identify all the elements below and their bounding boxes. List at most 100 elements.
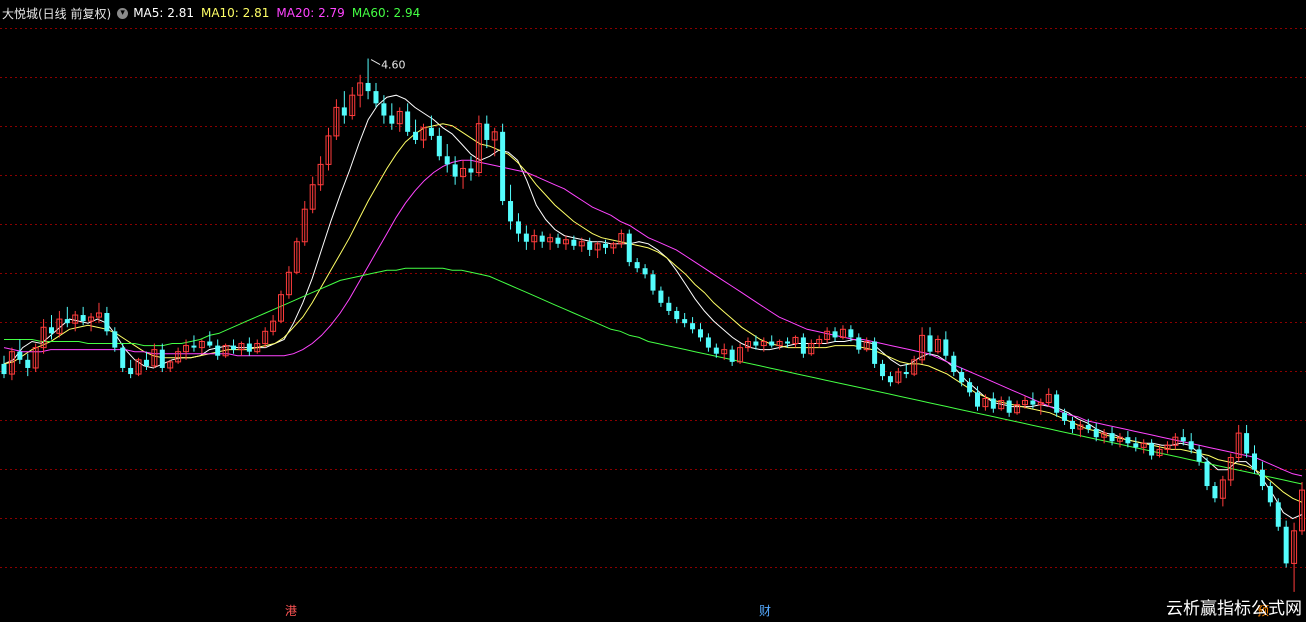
candle-body bbox=[428, 127, 434, 136]
candle-body bbox=[990, 398, 996, 409]
candle-body bbox=[413, 131, 419, 140]
candle-body bbox=[80, 315, 86, 322]
ma-line-ma5 bbox=[3, 94, 1303, 520]
candle-body bbox=[500, 131, 506, 202]
candle-body bbox=[1030, 400, 1036, 405]
candle-body bbox=[1, 363, 7, 375]
candle-body bbox=[159, 349, 165, 368]
candle-body bbox=[634, 262, 640, 269]
candle-body bbox=[1133, 443, 1139, 448]
stock-title: 大悦城(日线 前复权) bbox=[2, 6, 112, 21]
chevron-down-icon[interactable]: ▾ bbox=[117, 7, 129, 19]
candle-body bbox=[1180, 437, 1186, 442]
candle-body bbox=[539, 235, 545, 242]
candle-body bbox=[872, 341, 878, 364]
moving-average-lines bbox=[3, 94, 1303, 520]
candle-body bbox=[975, 392, 980, 407]
high-pointer bbox=[370, 59, 381, 65]
candle-body bbox=[484, 123, 490, 140]
candle-body bbox=[1054, 394, 1060, 413]
candle-body bbox=[848, 329, 854, 338]
legend-ma5: MA5: 2.81 bbox=[133, 6, 194, 20]
candle-body bbox=[436, 135, 442, 157]
candle-body bbox=[1062, 412, 1068, 421]
candle-body bbox=[967, 382, 973, 393]
high-price-label: 4.60 bbox=[381, 59, 406, 72]
candle-body bbox=[373, 91, 379, 104]
candle-body bbox=[785, 341, 791, 344]
candle-body bbox=[666, 302, 672, 311]
ma-line-ma60 bbox=[4, 267, 1303, 485]
ma-line-ma10 bbox=[3, 123, 1303, 503]
candle-body bbox=[405, 111, 411, 132]
candle-body bbox=[341, 107, 347, 116]
candle-body bbox=[682, 319, 688, 324]
candle-body bbox=[943, 339, 949, 356]
candle-body bbox=[1259, 469, 1265, 487]
candle-body bbox=[1267, 486, 1273, 503]
annotations-layer: 4.60 bbox=[370, 59, 406, 72]
candle-body bbox=[927, 335, 933, 352]
candle-body bbox=[1196, 449, 1202, 462]
legend-ma60: MA60: 2.94 bbox=[351, 6, 421, 20]
candle-body bbox=[1275, 502, 1281, 527]
candle-body bbox=[642, 268, 648, 275]
candle-body bbox=[452, 164, 458, 177]
candle-body bbox=[128, 367, 134, 375]
candle-body bbox=[856, 337, 862, 350]
candle-body bbox=[1006, 400, 1012, 413]
grid-lines bbox=[0, 28, 1306, 568]
candle-body bbox=[880, 363, 886, 377]
candle-body bbox=[508, 201, 514, 222]
candle-body bbox=[381, 103, 387, 116]
candles-layer bbox=[1, 58, 1305, 592]
candle-body bbox=[697, 329, 703, 338]
candle-body bbox=[674, 310, 680, 320]
candle-body bbox=[769, 341, 775, 346]
event-marker-finance[interactable]: 财 bbox=[758, 604, 772, 618]
ma-line-ma20 bbox=[3, 159, 1303, 477]
candle-body bbox=[903, 372, 909, 375]
candle-body bbox=[887, 376, 893, 383]
candle-body bbox=[1188, 441, 1194, 450]
candle-body bbox=[1244, 433, 1250, 454]
chart-legend: 大悦城(日线 前复权) ▾ MA5: 2.81 MA10: 2.81 MA20:… bbox=[2, 5, 427, 21]
event-marker-hk[interactable]: 港 bbox=[284, 604, 298, 618]
candle-body bbox=[1212, 486, 1218, 499]
candle-body bbox=[587, 241, 593, 250]
candle-body bbox=[800, 337, 806, 354]
candle-body bbox=[959, 372, 965, 383]
candle-body bbox=[468, 168, 474, 173]
candle-body bbox=[1204, 461, 1210, 487]
candle-body bbox=[1085, 424, 1091, 430]
candle-body bbox=[603, 243, 609, 248]
candle-body bbox=[523, 233, 529, 242]
candle-body bbox=[17, 351, 23, 360]
candle-body bbox=[1283, 526, 1289, 564]
candle-body bbox=[1252, 453, 1258, 470]
candle-body bbox=[207, 341, 213, 346]
candle-body bbox=[215, 345, 221, 356]
candle-body bbox=[246, 343, 252, 352]
watermark-text: 云析赢指标公式网 bbox=[1166, 599, 1302, 619]
candle-body bbox=[120, 347, 126, 368]
candle-body bbox=[112, 331, 118, 348]
candle-body bbox=[571, 239, 577, 246]
candle-body bbox=[1093, 429, 1099, 438]
candle-body bbox=[365, 82, 371, 92]
candle-body bbox=[444, 156, 450, 165]
candlestick-chart[interactable]: 4.60 bbox=[0, 0, 1306, 622]
candle-body bbox=[626, 233, 632, 263]
candle-body bbox=[143, 359, 149, 366]
candle-body bbox=[658, 290, 664, 303]
candle-body bbox=[729, 349, 735, 362]
candle-body bbox=[191, 345, 197, 348]
legend-ma20: MA20: 2.79 bbox=[276, 6, 345, 20]
candle-body bbox=[1125, 437, 1131, 444]
candle-body bbox=[555, 237, 561, 244]
candle-body bbox=[705, 337, 711, 348]
candle-body bbox=[231, 345, 237, 350]
candle-body bbox=[832, 331, 838, 338]
legend-ma10: MA10: 2.81 bbox=[200, 6, 270, 20]
candle-body bbox=[951, 355, 957, 373]
